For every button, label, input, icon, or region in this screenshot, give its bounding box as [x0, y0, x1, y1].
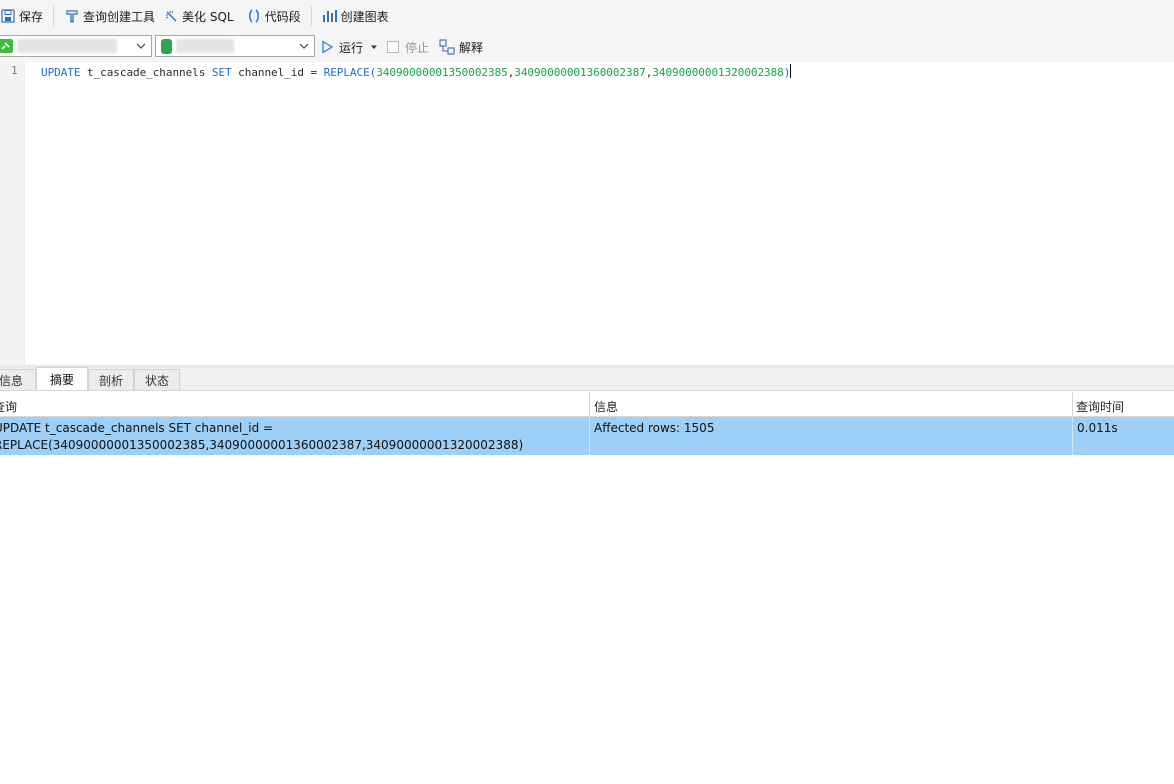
database-icon [161, 39, 172, 54]
sql-keyword: SET [211, 66, 232, 79]
code-snippet-label: 代码段 [264, 9, 301, 24]
column-header-info[interactable]: 信息 [594, 392, 618, 416]
cell-query-line: UPDATE t_cascade_channels SET channel_id… [0, 421, 274, 435]
code-snippet-button[interactable]: 代码段 [242, 4, 305, 28]
sql-code-line[interactable]: UPDATE t_cascade_channels SET channel_id… [41, 64, 792, 79]
tab-summary[interactable]: 摘要 [36, 367, 88, 390]
save-icon [0, 8, 16, 24]
table-row[interactable]: UPDATE t_cascade_channels SET channel_id… [0, 417, 1174, 455]
tab-label: 状态 [144, 373, 169, 388]
query-builder-icon [64, 8, 80, 24]
explain-icon [439, 39, 455, 55]
tab-status[interactable]: 状态 [134, 369, 180, 390]
play-icon [320, 40, 334, 54]
cell-info: Affected rows: 1505 [594, 421, 715, 435]
column-divider [589, 417, 590, 455]
query-builder-label: 查询创建工具 [83, 9, 156, 24]
sql-literal: 34090000001320002388 [652, 66, 784, 79]
save-label: 保存 [19, 9, 44, 24]
stop-label: 停止 [405, 40, 430, 55]
bar-chart-icon [322, 8, 338, 24]
column-header-query[interactable]: 查询 [0, 392, 17, 416]
toolbar-separator [53, 6, 55, 26]
magic-wand-icon [163, 8, 179, 24]
tab-message[interactable]: 信息 [0, 369, 36, 390]
run-label: 运行 [339, 40, 364, 55]
toolbar-separator [310, 6, 312, 26]
tab-label: 剖析 [98, 373, 123, 388]
result-tab-bar: 信息 摘要 剖析 状态 [0, 367, 1174, 391]
chevron-down-icon [298, 39, 310, 53]
line-number: 1 [11, 64, 18, 77]
cell-query-time: 0.011s [1077, 421, 1118, 435]
connection-icon [0, 39, 13, 53]
sql-editor[interactable]: 1 UPDATE t_cascade_channels SET channel_… [0, 62, 1174, 365]
grid-header: 查询 信息 查询时间 [0, 392, 1174, 417]
create-chart-label: 创建图表 [340, 9, 389, 24]
cell-query-line: REPLACE(34090000001350002385,34090000001… [0, 438, 524, 452]
column-divider [1072, 417, 1073, 455]
beautify-sql-button[interactable]: 美化 SQL [159, 4, 238, 28]
column-header-time[interactable]: 查询时间 [1076, 392, 1124, 416]
explain-label: 解释 [459, 40, 484, 55]
sql-table-name: t_cascade_channels [80, 66, 212, 79]
chevron-down-icon [135, 39, 147, 53]
run-dropdown-icon[interactable] [370, 43, 378, 51]
sql-close-paren: ) [783, 66, 791, 79]
sql-literal: 34090000001360002387 [514, 66, 646, 79]
tab-label: 信息 [0, 373, 23, 388]
explain-button[interactable]: 解释 [439, 37, 483, 57]
run-button[interactable]: 运行 [320, 37, 378, 57]
connection-select[interactable] [0, 35, 152, 57]
sql-function: REPLACE( [323, 66, 377, 79]
beautify-sql-label: 美化 SQL [182, 9, 234, 24]
parentheses-icon [246, 8, 262, 24]
line-number-gutter: 1 [0, 62, 25, 365]
connection-bar: 运行 停止 解释 [0, 32, 1174, 62]
stop-button[interactable]: 停止 [387, 37, 429, 57]
database-select[interactable] [155, 35, 315, 57]
save-button[interactable]: 保存 [0, 4, 47, 28]
tab-profile[interactable]: 剖析 [88, 369, 134, 390]
query-builder-button[interactable]: 查询创建工具 [60, 4, 159, 28]
sql-assignment: channel_id = [231, 66, 324, 79]
sql-literal: 34090000001350002385 [376, 66, 508, 79]
connection-name-redacted [17, 39, 117, 53]
tab-label: 摘要 [49, 372, 74, 387]
stop-checkbox-icon [387, 41, 399, 53]
database-name-redacted [176, 39, 234, 53]
create-chart-button[interactable]: 创建图表 [318, 4, 393, 28]
main-toolbar: 保存 查询创建工具 美化 SQL 代码段 创建图表 [0, 0, 1174, 32]
sql-keyword: UPDATE [41, 66, 81, 79]
cell-query: UPDATE t_cascade_channels SET channel_id… [0, 420, 523, 454]
text-caret [790, 64, 792, 78]
